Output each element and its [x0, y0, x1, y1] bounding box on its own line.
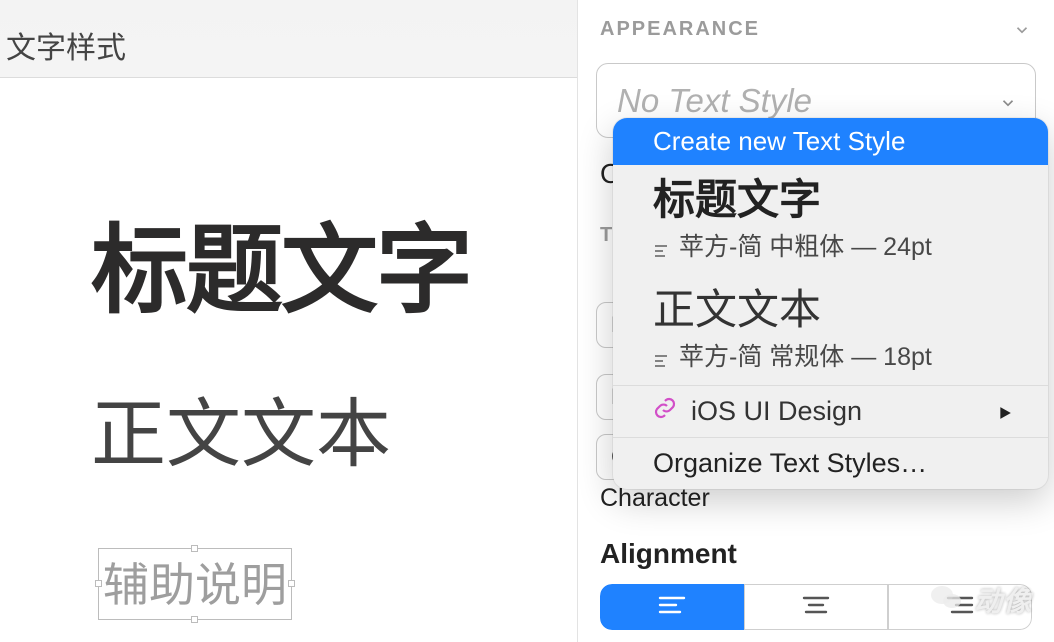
- submenu-arrow-icon: [998, 396, 1012, 427]
- organize-text-styles-label: Organize Text Styles…: [653, 448, 927, 479]
- text-style-option-title: 标题文字: [653, 177, 1008, 223]
- page-tabbar: 文字样式: [0, 0, 577, 78]
- canvas-body-layer[interactable]: 正文文本: [91, 373, 391, 482]
- align-center-button[interactable]: [744, 584, 888, 630]
- alignment-label: Alignment: [600, 538, 737, 570]
- text-style-option-body[interactable]: 正文文本 苹方-简 常规体 — 18pt: [613, 275, 1048, 385]
- align-left-icon: [653, 347, 669, 363]
- create-text-style-item[interactable]: Create new Text Style: [613, 118, 1048, 165]
- appearance-section-header[interactable]: APPEARANCE: [578, 0, 1054, 53]
- watermark-text: 动像: [974, 580, 1032, 620]
- canvas-heading-layer[interactable]: 标题文字: [91, 191, 471, 332]
- resize-handle-left[interactable]: [95, 580, 102, 587]
- library-name: iOS UI Design: [691, 396, 862, 427]
- watermark: 动像: [928, 579, 1032, 620]
- chevron-down-icon: [1012, 20, 1032, 40]
- wechat-icon: [928, 579, 964, 620]
- create-text-style-label: Create new Text Style: [653, 126, 905, 157]
- align-left-button[interactable]: [600, 584, 744, 630]
- text-style-option-meta: 苹方-简 中粗体 — 24pt: [679, 227, 932, 263]
- resize-handle-bottom[interactable]: [191, 616, 198, 623]
- design-canvas[interactable]: 标题文字 正文文本 辅助说明: [0, 78, 577, 642]
- organize-text-styles-item[interactable]: Organize Text Styles…: [613, 438, 1048, 489]
- text-style-dropdown: Create new Text Style 标题文字 苹方-简 中粗体 — 24…: [613, 118, 1048, 489]
- selected-text-layer[interactable]: 辅助说明: [98, 548, 292, 620]
- chevron-down-icon: [999, 82, 1017, 120]
- resize-handle-top[interactable]: [191, 545, 198, 552]
- text-style-option-heading[interactable]: 标题文字 苹方-简 中粗体 — 24pt: [613, 165, 1048, 275]
- link-icon: [653, 396, 677, 427]
- align-left-icon: [658, 594, 686, 621]
- canvas-aux-layer[interactable]: 辅助说明: [103, 549, 287, 615]
- text-style-placeholder: No Text Style: [617, 82, 812, 120]
- text-style-option-meta: 苹方-简 常规体 — 18pt: [679, 337, 932, 373]
- text-style-option-title: 正文文本: [653, 287, 1008, 333]
- resize-handle-right[interactable]: [288, 580, 295, 587]
- page-tab-title[interactable]: 文字样式: [6, 23, 126, 67]
- align-center-icon: [802, 594, 830, 621]
- library-submenu-item[interactable]: iOS UI Design: [613, 386, 1048, 437]
- align-left-icon: [653, 237, 669, 253]
- appearance-label: APPEARANCE: [600, 18, 760, 41]
